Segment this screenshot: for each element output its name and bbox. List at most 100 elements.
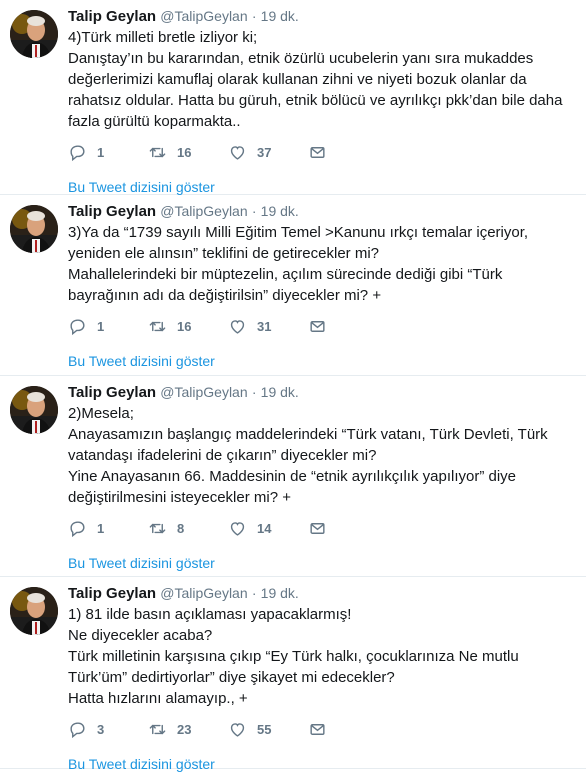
reply-icon (70, 721, 85, 738)
author-handle[interactable]: @TalipGeylan (160, 585, 247, 601)
author-name[interactable]: Talip Geylan (68, 203, 156, 220)
reply-button[interactable]: 1 (68, 317, 148, 336)
retweet-icon (149, 523, 166, 533)
tweet-text-line: Danıştay’ın bu kararından, etnik özürlü … (68, 50, 563, 130)
retweet-icon (149, 321, 166, 331)
reply-count: 1 (97, 520, 105, 536)
envelope-icon (310, 146, 325, 158)
envelope-icon (310, 723, 325, 735)
tweet-text-line: Türk milletinin karşısına çıkıp “Ey Türk… (68, 648, 519, 686)
heart-icon (230, 722, 245, 737)
tweet-time[interactable]: 19 dk. (261, 8, 299, 24)
tweet[interactable]: Talip Geylan @TalipGeylan · 19 dk. 3)Ya … (0, 195, 586, 376)
tweet-time[interactable]: 19 dk. (261, 585, 299, 601)
tweet-actions: 1 16 31 (68, 316, 576, 336)
retweet-icon (149, 724, 166, 734)
avatar[interactable] (10, 386, 58, 434)
reply-button[interactable]: 1 (68, 519, 148, 538)
reply-icon (70, 520, 85, 537)
like-button[interactable]: 37 (228, 143, 308, 162)
separator-dot: · (251, 384, 257, 400)
author-handle[interactable]: @TalipGeylan (160, 384, 247, 400)
retweet-count: 23 (177, 721, 192, 737)
author-handle[interactable]: @TalipGeylan (160, 8, 247, 24)
tweet-content: Talip Geylan @TalipGeylan · 19 dk. 1) 81… (68, 583, 576, 774)
separator-dot: · (251, 585, 257, 601)
like-button[interactable]: 55 (228, 720, 308, 739)
tweet-content: Talip Geylan @TalipGeylan · 19 dk. 3)Ya … (68, 201, 576, 371)
tweet-text: 2)Mesela; Anayasamızın başlangıç maddeler… (68, 403, 576, 508)
avatar[interactable] (10, 587, 58, 635)
message-button[interactable] (308, 720, 388, 739)
show-thread-link[interactable]: Bu Tweet dizisini göster (68, 555, 215, 571)
like-button[interactable]: 14 (228, 519, 308, 538)
tweet-time[interactable]: 19 dk. (261, 384, 299, 400)
tweet-text-line: Ne diyecekler acaba? (68, 627, 213, 644)
show-thread-link[interactable]: Bu Tweet dizisini göster (68, 179, 215, 195)
like-count: 37 (257, 144, 272, 160)
tweet-text-line: Hatta hızlarını alamayıp., + (68, 690, 248, 707)
tweet-time[interactable]: 19 dk. (261, 203, 299, 219)
show-thread-link[interactable]: Bu Tweet dizisini göster (68, 353, 215, 369)
avatar[interactable] (10, 10, 58, 58)
like-count: 14 (257, 520, 272, 536)
tweet-actions: 1 16 37 (68, 142, 576, 162)
tweet-text: 3)Ya da “1739 sayılı Milli Eğitim Temel … (68, 222, 576, 306)
message-button[interactable] (308, 143, 388, 162)
retweet-button[interactable]: 16 (148, 317, 228, 336)
reply-button[interactable]: 3 (68, 720, 148, 739)
author-handle[interactable]: @TalipGeylan (160, 203, 247, 219)
tweet-text-line: Mahallelerindeki bir müptezelin, açılım … (68, 266, 503, 304)
heart-icon (230, 145, 245, 160)
tweet-actions: 1 8 14 (68, 518, 576, 538)
tweet-header: Talip Geylan @TalipGeylan · 19 dk. (68, 201, 576, 222)
reply-count: 3 (97, 721, 105, 737)
tweet[interactable]: Talip Geylan @TalipGeylan · 19 dk. 1) 81… (0, 577, 586, 772)
tweet-content: Talip Geylan @TalipGeylan · 19 dk. 4)Tür… (68, 6, 576, 197)
heart-icon (230, 521, 245, 536)
retweet-icon (149, 147, 166, 157)
heart-icon (230, 319, 245, 334)
tweet-text: 1) 81 ilde basın açıklaması yapacaklarmı… (68, 604, 576, 709)
tweet-header: Talip Geylan @TalipGeylan · 19 dk. (68, 583, 576, 604)
separator-dot: · (251, 203, 257, 219)
tweet-content: Talip Geylan @TalipGeylan · 19 dk. 2)Mes… (68, 382, 576, 573)
tweet-text: 4)Türk milleti bretle izliyor ki; Danışta… (68, 27, 576, 132)
show-thread-link[interactable]: Bu Tweet dizisini göster (68, 756, 215, 772)
tweet-text-line: 1) 81 ilde basın açıklaması yapacaklarmı… (68, 606, 352, 623)
author-name[interactable]: Talip Geylan (68, 384, 156, 401)
like-count: 31 (257, 318, 272, 334)
reply-icon (70, 144, 85, 161)
retweet-count: 8 (177, 520, 185, 536)
tweet-feed: Talip Geylan @TalipGeylan · 19 dk. 4)Tür… (0, 0, 586, 772)
message-button[interactable] (308, 317, 388, 336)
tweet-header: Talip Geylan @TalipGeylan · 19 dk. (68, 382, 576, 403)
reply-count: 1 (97, 144, 105, 160)
reply-button[interactable]: 1 (68, 143, 148, 162)
retweet-button[interactable]: 8 (148, 519, 228, 538)
tweet-text-line: Yine Anayasanın 66. Maddesinin de “etnik… (68, 468, 517, 506)
envelope-icon (310, 320, 325, 332)
tweet-text-line: 4)Türk milleti bretle izliyor ki; (68, 29, 258, 46)
tweet-actions: 3 23 55 (68, 719, 576, 739)
tweet-text-line: Anayasamızın başlangıç maddelerindeki “T… (68, 426, 548, 464)
retweet-button[interactable]: 16 (148, 143, 228, 162)
like-button[interactable]: 31 (228, 317, 308, 336)
message-button[interactable] (308, 519, 388, 538)
tweet-text-line: 3)Ya da “1739 sayılı Milli Eğitim Temel … (68, 224, 529, 262)
retweet-count: 16 (177, 144, 192, 160)
like-count: 55 (257, 721, 272, 737)
tweet-text-line: 2)Mesela; (68, 405, 134, 422)
tweet-header: Talip Geylan @TalipGeylan · 19 dk. (68, 6, 576, 27)
author-name[interactable]: Talip Geylan (68, 8, 156, 25)
author-name[interactable]: Talip Geylan (68, 585, 156, 602)
envelope-icon (310, 522, 325, 534)
retweet-count: 16 (177, 318, 192, 334)
avatar[interactable] (10, 205, 58, 253)
tweet[interactable]: Talip Geylan @TalipGeylan · 19 dk. 4)Tür… (0, 0, 586, 195)
tweet[interactable]: Talip Geylan @TalipGeylan · 19 dk. 2)Mes… (0, 376, 586, 577)
reply-icon (70, 318, 85, 335)
separator-dot: · (251, 8, 257, 24)
retweet-button[interactable]: 23 (148, 720, 228, 739)
reply-count: 1 (97, 318, 105, 334)
